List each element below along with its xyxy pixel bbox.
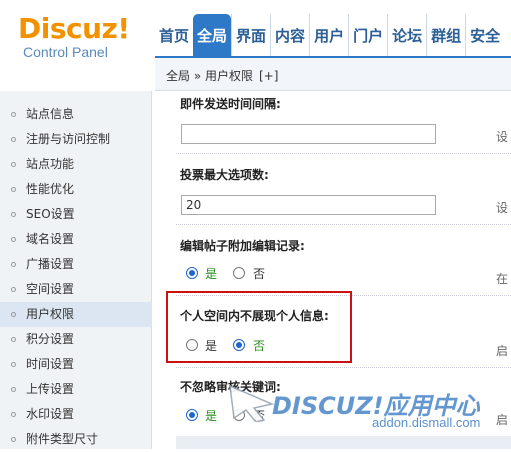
bullet-icon bbox=[11, 437, 16, 442]
sidebar-item-label: 附件类型尺寸 bbox=[26, 432, 99, 446]
setting-hint: 启 bbox=[496, 344, 509, 358]
sidebar-item-label: 注册与访问控制 bbox=[26, 132, 111, 146]
sidebar-item-label: 站点功能 bbox=[26, 157, 75, 171]
top-nav: 首页 全局 界面 内容 用户 门户 论坛 群组 安全 bbox=[155, 14, 504, 56]
bullet-icon bbox=[11, 337, 16, 342]
sidebar-item-label: 上传设置 bbox=[26, 382, 75, 396]
bottom-bar bbox=[176, 436, 511, 449]
option-yes-label: 是 bbox=[205, 267, 218, 281]
option-no-label: 否 bbox=[253, 267, 266, 281]
tab-global[interactable]: 全局 bbox=[193, 14, 232, 56]
edit-record-no-radio[interactable] bbox=[233, 267, 245, 279]
send-interval-input[interactable] bbox=[181, 124, 436, 144]
bullet-icon bbox=[11, 212, 16, 217]
bullet-icon bbox=[11, 387, 16, 392]
bullet-icon bbox=[11, 362, 16, 367]
sidebar-item-label: 积分设置 bbox=[26, 332, 75, 346]
setting-hint: 设 bbox=[496, 130, 509, 144]
discuz-logo[interactable]: Discuz! Control Panel bbox=[18, 12, 130, 61]
tab-users[interactable]: 用户 bbox=[309, 14, 348, 56]
tab-portal[interactable]: 门户 bbox=[348, 14, 387, 56]
sidebar-item-watermark[interactable]: 水印设置 bbox=[0, 402, 152, 427]
bullet-icon bbox=[11, 137, 16, 142]
sidebar-item-time[interactable]: 时间设置 bbox=[0, 352, 152, 377]
sidebar-item-broadcast[interactable]: 广播设置 bbox=[0, 252, 152, 277]
breadcrumb-bar: 全局 » 用户权限 [+] bbox=[155, 56, 511, 91]
sidebar-item-label: 水印设置 bbox=[26, 407, 75, 421]
sidebar-item-label: 性能优化 bbox=[26, 182, 75, 196]
sidebar-item-label: 用户权限 bbox=[26, 307, 75, 321]
sidebar-item-site-info[interactable]: 站点信息 bbox=[0, 102, 152, 127]
tab-home[interactable]: 首页 bbox=[155, 14, 193, 56]
sidebar-item-upload[interactable]: 上传设置 bbox=[0, 377, 152, 402]
review-keywords-yes-radio[interactable] bbox=[186, 409, 198, 421]
sidebar-item-label: 广播设置 bbox=[26, 257, 75, 271]
sidebar-item-seo[interactable]: SEO设置 bbox=[0, 202, 152, 227]
sidebar-item-domain[interactable]: 域名设置 bbox=[0, 227, 152, 252]
tab-security[interactable]: 安全 bbox=[465, 14, 504, 56]
divider bbox=[176, 153, 511, 154]
watermark: DISCUZ!应用中心 addon.dismall.com bbox=[224, 382, 511, 434]
add-shortcut-button[interactable]: [+] bbox=[259, 69, 278, 83]
breadcrumb-text: 全局 » 用户权限 bbox=[166, 69, 253, 83]
sidebar-item-label: SEO设置 bbox=[26, 207, 75, 221]
bullet-icon bbox=[11, 187, 16, 192]
bullet-icon bbox=[11, 287, 16, 292]
divider bbox=[176, 224, 511, 225]
divider bbox=[176, 367, 511, 368]
bullet-icon bbox=[11, 237, 16, 242]
sidebar-item-label: 空间设置 bbox=[26, 282, 75, 296]
sidebar-item-label: 站点信息 bbox=[26, 107, 75, 121]
tab-forum[interactable]: 论坛 bbox=[387, 14, 426, 56]
sidebar-item-registration[interactable]: 注册与访问控制 bbox=[0, 127, 152, 152]
sidebar: 站点信息 注册与访问控制 站点功能 性能优化 SEO设置 域名设置 广播设置 空… bbox=[0, 91, 152, 449]
logo-title: Discuz! bbox=[18, 12, 130, 45]
bullet-icon bbox=[11, 162, 16, 167]
setting-label-send-interval: 即件发送时间间隔: bbox=[180, 97, 281, 111]
edit-record-yes-radio[interactable] bbox=[186, 267, 198, 279]
watermark-url: addon.dismall.com bbox=[372, 415, 481, 430]
tab-content[interactable]: 内容 bbox=[270, 14, 309, 56]
setting-label-max-poll-options: 投票最大选项数: bbox=[180, 168, 269, 182]
setting-hint: 在 bbox=[496, 272, 509, 286]
bullet-icon bbox=[11, 112, 16, 117]
tab-interface[interactable]: 界面 bbox=[231, 14, 270, 56]
bullet-icon bbox=[11, 262, 16, 267]
sidebar-item-user-permissions[interactable]: 用户权限 bbox=[0, 302, 152, 327]
breadcrumb: 全局 » 用户权限 [+] bbox=[166, 67, 278, 84]
sidebar-item-label: 时间设置 bbox=[26, 357, 75, 371]
logo-subtitle: Control Panel bbox=[23, 44, 108, 60]
highlight-box bbox=[166, 291, 352, 363]
setting-hint: 设 bbox=[496, 201, 509, 215]
bullet-icon bbox=[11, 412, 16, 417]
bullet-icon bbox=[11, 312, 16, 317]
header: Discuz! Control Panel 首页 全局 界面 内容 用户 门户 … bbox=[0, 0, 511, 60]
sidebar-item-label: 域名设置 bbox=[26, 232, 75, 246]
max-poll-options-input[interactable]: 20 bbox=[181, 195, 436, 215]
tab-groups[interactable]: 群组 bbox=[426, 14, 465, 56]
sidebar-item-attachment-types[interactable]: 附件类型尺寸 bbox=[0, 427, 152, 452]
sidebar-item-space[interactable]: 空间设置 bbox=[0, 277, 152, 302]
setting-label-edit-record: 编辑帖子附加编辑记录: bbox=[180, 239, 305, 253]
option-yes-label: 是 bbox=[205, 409, 218, 423]
sidebar-item-credits[interactable]: 积分设置 bbox=[0, 327, 152, 352]
sidebar-item-site-features[interactable]: 站点功能 bbox=[0, 152, 152, 177]
sidebar-item-performance[interactable]: 性能优化 bbox=[0, 177, 152, 202]
